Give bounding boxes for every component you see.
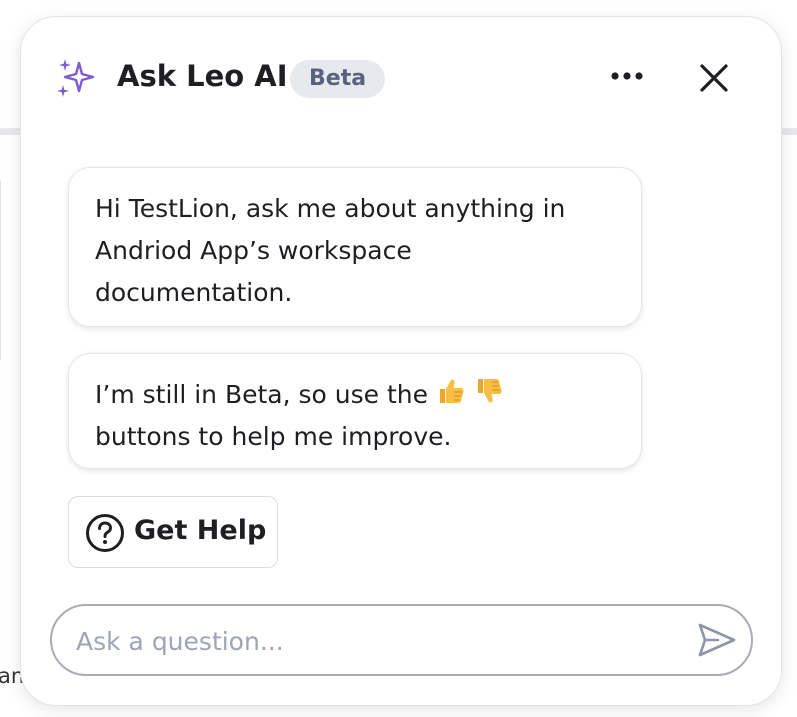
more-options-button[interactable] (603, 59, 651, 99)
more-horizontal-icon (611, 72, 643, 80)
thumbs-up-icon (436, 376, 466, 406)
get-help-label: Get Help (134, 515, 267, 546)
beta-badge: Beta (290, 60, 386, 98)
message-line: Andriod App’s workspace (95, 236, 412, 265)
panel-title: Ask Leo AI (117, 59, 288, 93)
send-icon (698, 623, 736, 657)
get-help-button[interactable]: Get Help (68, 496, 278, 568)
message-line: Hi TestLion, ask me about anything in (95, 194, 566, 223)
question-input-container (50, 604, 753, 676)
sparkle-icon (57, 59, 97, 97)
message-line: buttons to help me improve. (95, 422, 452, 451)
assistant-message: Hi TestLion, ask me about anything in An… (68, 167, 642, 327)
ask-leo-panel: Ask Leo AI Beta Hi TestLion, ask me abou… (20, 16, 782, 706)
question-input[interactable] (74, 606, 678, 676)
message-line: I’m still in Beta, so use the (95, 374, 615, 416)
close-icon (700, 64, 728, 92)
panel-header: Ask Leo AI Beta (21, 17, 781, 137)
assistant-message: I’m still in Beta, so use the buttons to… (68, 353, 642, 469)
thumbs-down-icon (474, 376, 504, 406)
send-button[interactable] (696, 620, 738, 660)
close-button[interactable] (689, 55, 739, 105)
message-text: I’m still in Beta, so use the (95, 380, 429, 409)
message-line: documentation. (95, 278, 293, 307)
question-circle-icon (85, 513, 125, 553)
